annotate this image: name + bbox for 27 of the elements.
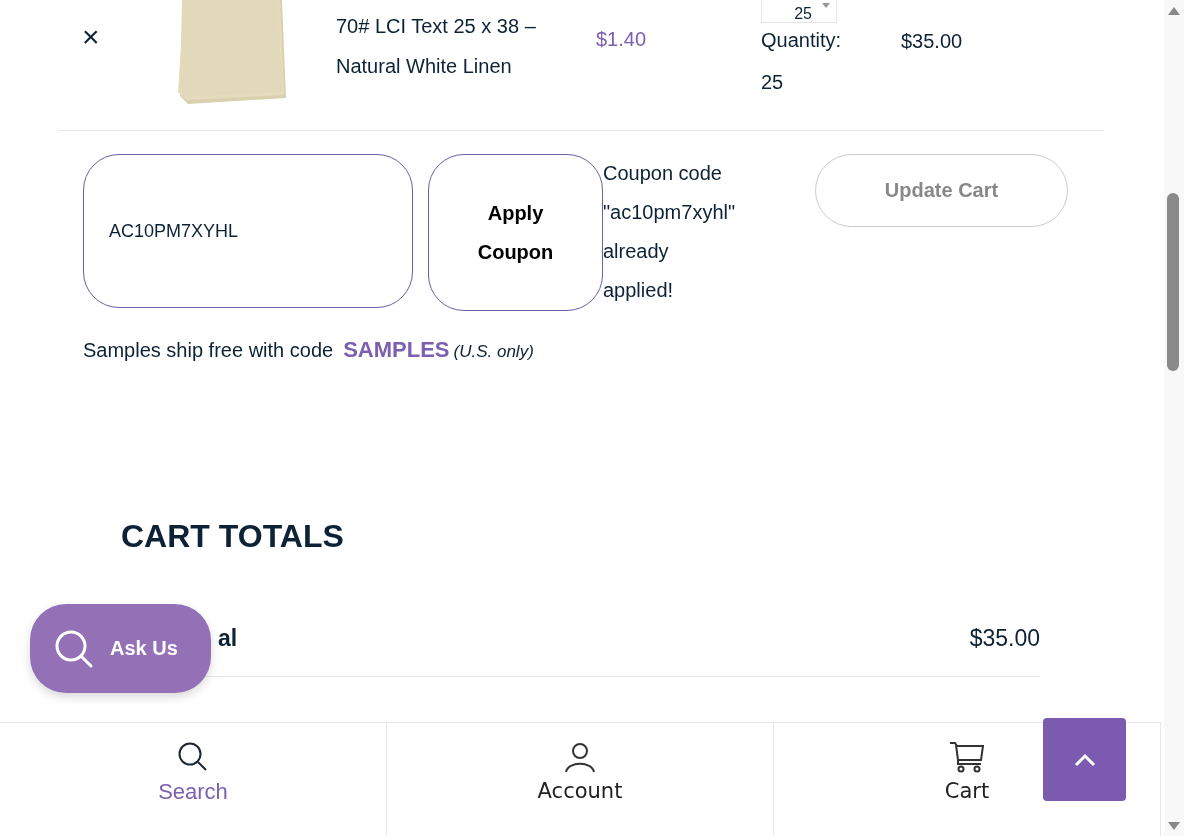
cart-icon xyxy=(949,741,985,773)
chevron-up-icon xyxy=(1073,752,1096,767)
subtotal-label: al xyxy=(218,625,238,652)
samples-code: SAMPLES xyxy=(343,337,450,363)
scrollbar[interactable] xyxy=(1164,0,1184,836)
search-icon xyxy=(54,628,94,669)
quantity-field[interactable]: 25 xyxy=(761,0,837,23)
scroll-up-icon[interactable] xyxy=(1168,7,1180,15)
subtotal-value: $35.00 xyxy=(969,625,1040,652)
coupon-field[interactable]: AC10PM7XYHL xyxy=(83,154,413,308)
remove-icon[interactable]: × xyxy=(82,22,102,52)
cart-totals-heading: CART TOTALS xyxy=(121,518,345,555)
caret-icon xyxy=(822,3,830,8)
line-subtotal: $35.00 xyxy=(901,30,963,53)
samples-region: (U.S. only) xyxy=(453,342,534,362)
scrollbar-thumb[interactable] xyxy=(1167,193,1179,371)
scroll-down-icon[interactable] xyxy=(1168,822,1180,830)
samples-note: Samples ship free with code xyxy=(83,339,334,362)
search-icon xyxy=(177,741,209,773)
coupon-message: Coupon code "ac10pm7xyhl" already applied! xyxy=(603,161,737,303)
product-name[interactable]: 70# LCI Text 25 x 38 – Natural White Linen xyxy=(336,6,596,86)
quantity-value: 25 xyxy=(761,70,785,95)
unit-price: $1.40 xyxy=(596,28,648,51)
person-icon xyxy=(564,741,596,773)
apply-coupon-button[interactable]: Apply Coupon xyxy=(428,154,603,311)
ask-us-button[interactable]: Ask Us xyxy=(30,604,211,693)
quantity-label: Quantity: xyxy=(761,28,843,53)
